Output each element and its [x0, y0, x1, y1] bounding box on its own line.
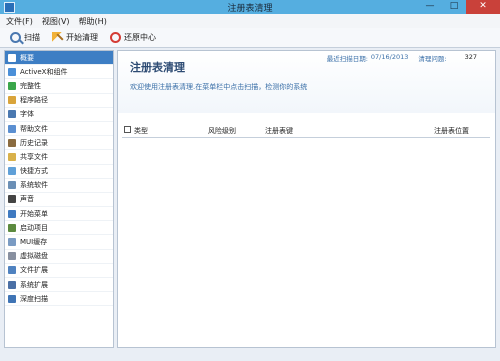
status-bar: [0, 349, 500, 361]
category-icon: [8, 266, 16, 275]
category-icon: [8, 167, 16, 176]
app-window: 注册表清理 — □ ✕ 文件(F) 视图(V) 帮助(H) 扫描 开始清理 还原…: [0, 0, 500, 361]
sidebar-item-label: 虚拟磁盘: [20, 252, 48, 261]
last-scan-label: 最近扫描日期:: [326, 55, 368, 63]
select-all-checkbox[interactable]: [124, 126, 131, 133]
sidebar-item[interactable]: 系统扩展: [5, 278, 113, 293]
window-controls: — □ ✕: [418, 0, 500, 14]
col-registry-key[interactable]: 注册表键: [265, 126, 293, 136]
sidebar-item[interactable]: MUI缓存: [5, 235, 113, 250]
sidebar-item[interactable]: 系统软件: [5, 179, 113, 193]
sidebar-item-label: ActiveX和组件: [20, 67, 68, 76]
sidebar-item-label: 系统软件: [20, 181, 48, 190]
category-icon: [8, 238, 16, 247]
issues-count: 327: [464, 53, 477, 61]
sidebar-item[interactable]: ActiveX和组件: [5, 65, 113, 80]
magnifier-icon: [10, 32, 21, 43]
sidebar-item-label: 开始菜单: [20, 209, 48, 218]
restore-label: 还原中心: [124, 33, 156, 42]
menu-file[interactable]: 文件(F): [6, 16, 33, 27]
scan-button[interactable]: 扫描: [10, 32, 40, 43]
category-icon: [8, 181, 16, 190]
sidebar-item[interactable]: 共享文件: [5, 150, 113, 165]
category-icon: [8, 138, 16, 147]
sidebar-item-label: MUI缓存: [20, 238, 48, 247]
close-button[interactable]: ✕: [466, 0, 500, 14]
sidebar-item[interactable]: 完整性: [5, 79, 113, 94]
category-icon: [8, 110, 16, 119]
page-description: 欢迎使用注册表清理.在菜单栏中点击扫描，检测你的系统: [130, 83, 308, 91]
results-table-header: 类型 风险级别 注册表键 注册表位置: [122, 125, 490, 138]
restore-icon: [110, 32, 121, 43]
sidebar-item[interactable]: 深度扫描: [5, 292, 113, 307]
sidebar-item[interactable]: 文件扩展: [5, 264, 113, 278]
broom-icon: [52, 32, 63, 43]
maximize-button[interactable]: □: [442, 0, 466, 14]
col-registry-location[interactable]: 注册表位置: [434, 126, 469, 136]
menu-bar: 文件(F) 视图(V) 帮助(H): [0, 14, 500, 28]
sidebar-item[interactable]: 字体: [5, 108, 113, 122]
sidebar-item-label: 字体: [20, 110, 34, 119]
sidebar-item[interactable]: 历史记录: [5, 136, 113, 151]
sidebar-item-label: 声音: [20, 195, 34, 204]
sidebar-item-label: 快捷方式: [20, 167, 48, 176]
category-icon: [8, 280, 16, 289]
sidebar: 概要 ActiveX和组件 完整性程序路径字体帮助文件历史记录共享文件快捷方式系统软…: [4, 50, 114, 348]
category-icon: [8, 67, 16, 76]
sidebar-item[interactable]: 开始菜单: [5, 207, 113, 222]
title-bar[interactable]: 注册表清理 — □ ✕: [0, 0, 500, 14]
category-icon: [8, 124, 16, 133]
category-icon: [8, 53, 16, 62]
sidebar-item-label: 共享文件: [20, 152, 48, 161]
sidebar-item-label: 程序路径: [20, 96, 48, 105]
clean-label: 开始清理: [66, 33, 98, 42]
last-scan-date: 07/16/2013: [370, 53, 409, 61]
sidebar-item-label: 帮助文件: [20, 124, 48, 133]
menu-view[interactable]: 视图(V): [42, 16, 70, 27]
sidebar-item[interactable]: 概要: [5, 51, 113, 66]
sidebar-item-label: 文件扩展: [20, 266, 48, 275]
sidebar-item[interactable]: 程序路径: [5, 94, 113, 108]
main-panel: 最近扫描日期: 07/16/2013 清理问题: 327 注册表清理 欢迎使用注…: [117, 50, 496, 348]
clean-button[interactable]: 开始清理: [52, 32, 98, 43]
sidebar-item-label: 历史记录: [20, 138, 48, 147]
sidebar-item-label: 概要: [20, 53, 34, 62]
restore-center-button[interactable]: 还原中心: [110, 32, 156, 43]
category-icon: [8, 96, 16, 105]
minimize-button[interactable]: —: [418, 0, 442, 14]
sidebar-item-label: 完整性: [20, 81, 41, 90]
sidebar-item-label: 深度扫描: [20, 294, 48, 303]
scan-label: 扫描: [24, 33, 40, 42]
category-icon: [8, 209, 16, 218]
col-risk-level[interactable]: 风险级别: [208, 126, 236, 136]
category-icon: [8, 223, 16, 232]
toolbar: 扫描 开始清理 还原中心: [0, 28, 500, 48]
category-icon: [8, 195, 16, 204]
category-icon: [8, 252, 16, 261]
sidebar-item[interactable]: 虚拟磁盘: [5, 250, 113, 264]
sidebar-item-label: 系统扩展: [20, 280, 48, 289]
category-icon: [8, 152, 16, 161]
scan-info: 最近扫描日期: 07/16/2013 清理问题: 327: [324, 53, 477, 63]
col-type[interactable]: 类型: [134, 126, 148, 136]
header-band: 最近扫描日期: 07/16/2013 清理问题: 327 注册表清理 欢迎使用注…: [118, 51, 495, 113]
sidebar-item[interactable]: 快捷方式: [5, 165, 113, 179]
sidebar-item[interactable]: 启动项目: [5, 221, 113, 236]
sidebar-item-label: 启动项目: [20, 223, 48, 232]
page-title: 注册表清理: [130, 61, 185, 74]
menu-help[interactable]: 帮助(H): [79, 16, 107, 27]
sidebar-item[interactable]: 声音: [5, 193, 113, 208]
issues-label: 清理问题:: [418, 55, 447, 63]
category-icon: [8, 81, 16, 90]
category-icon: [8, 294, 16, 303]
sidebar-item[interactable]: 帮助文件: [5, 122, 113, 137]
